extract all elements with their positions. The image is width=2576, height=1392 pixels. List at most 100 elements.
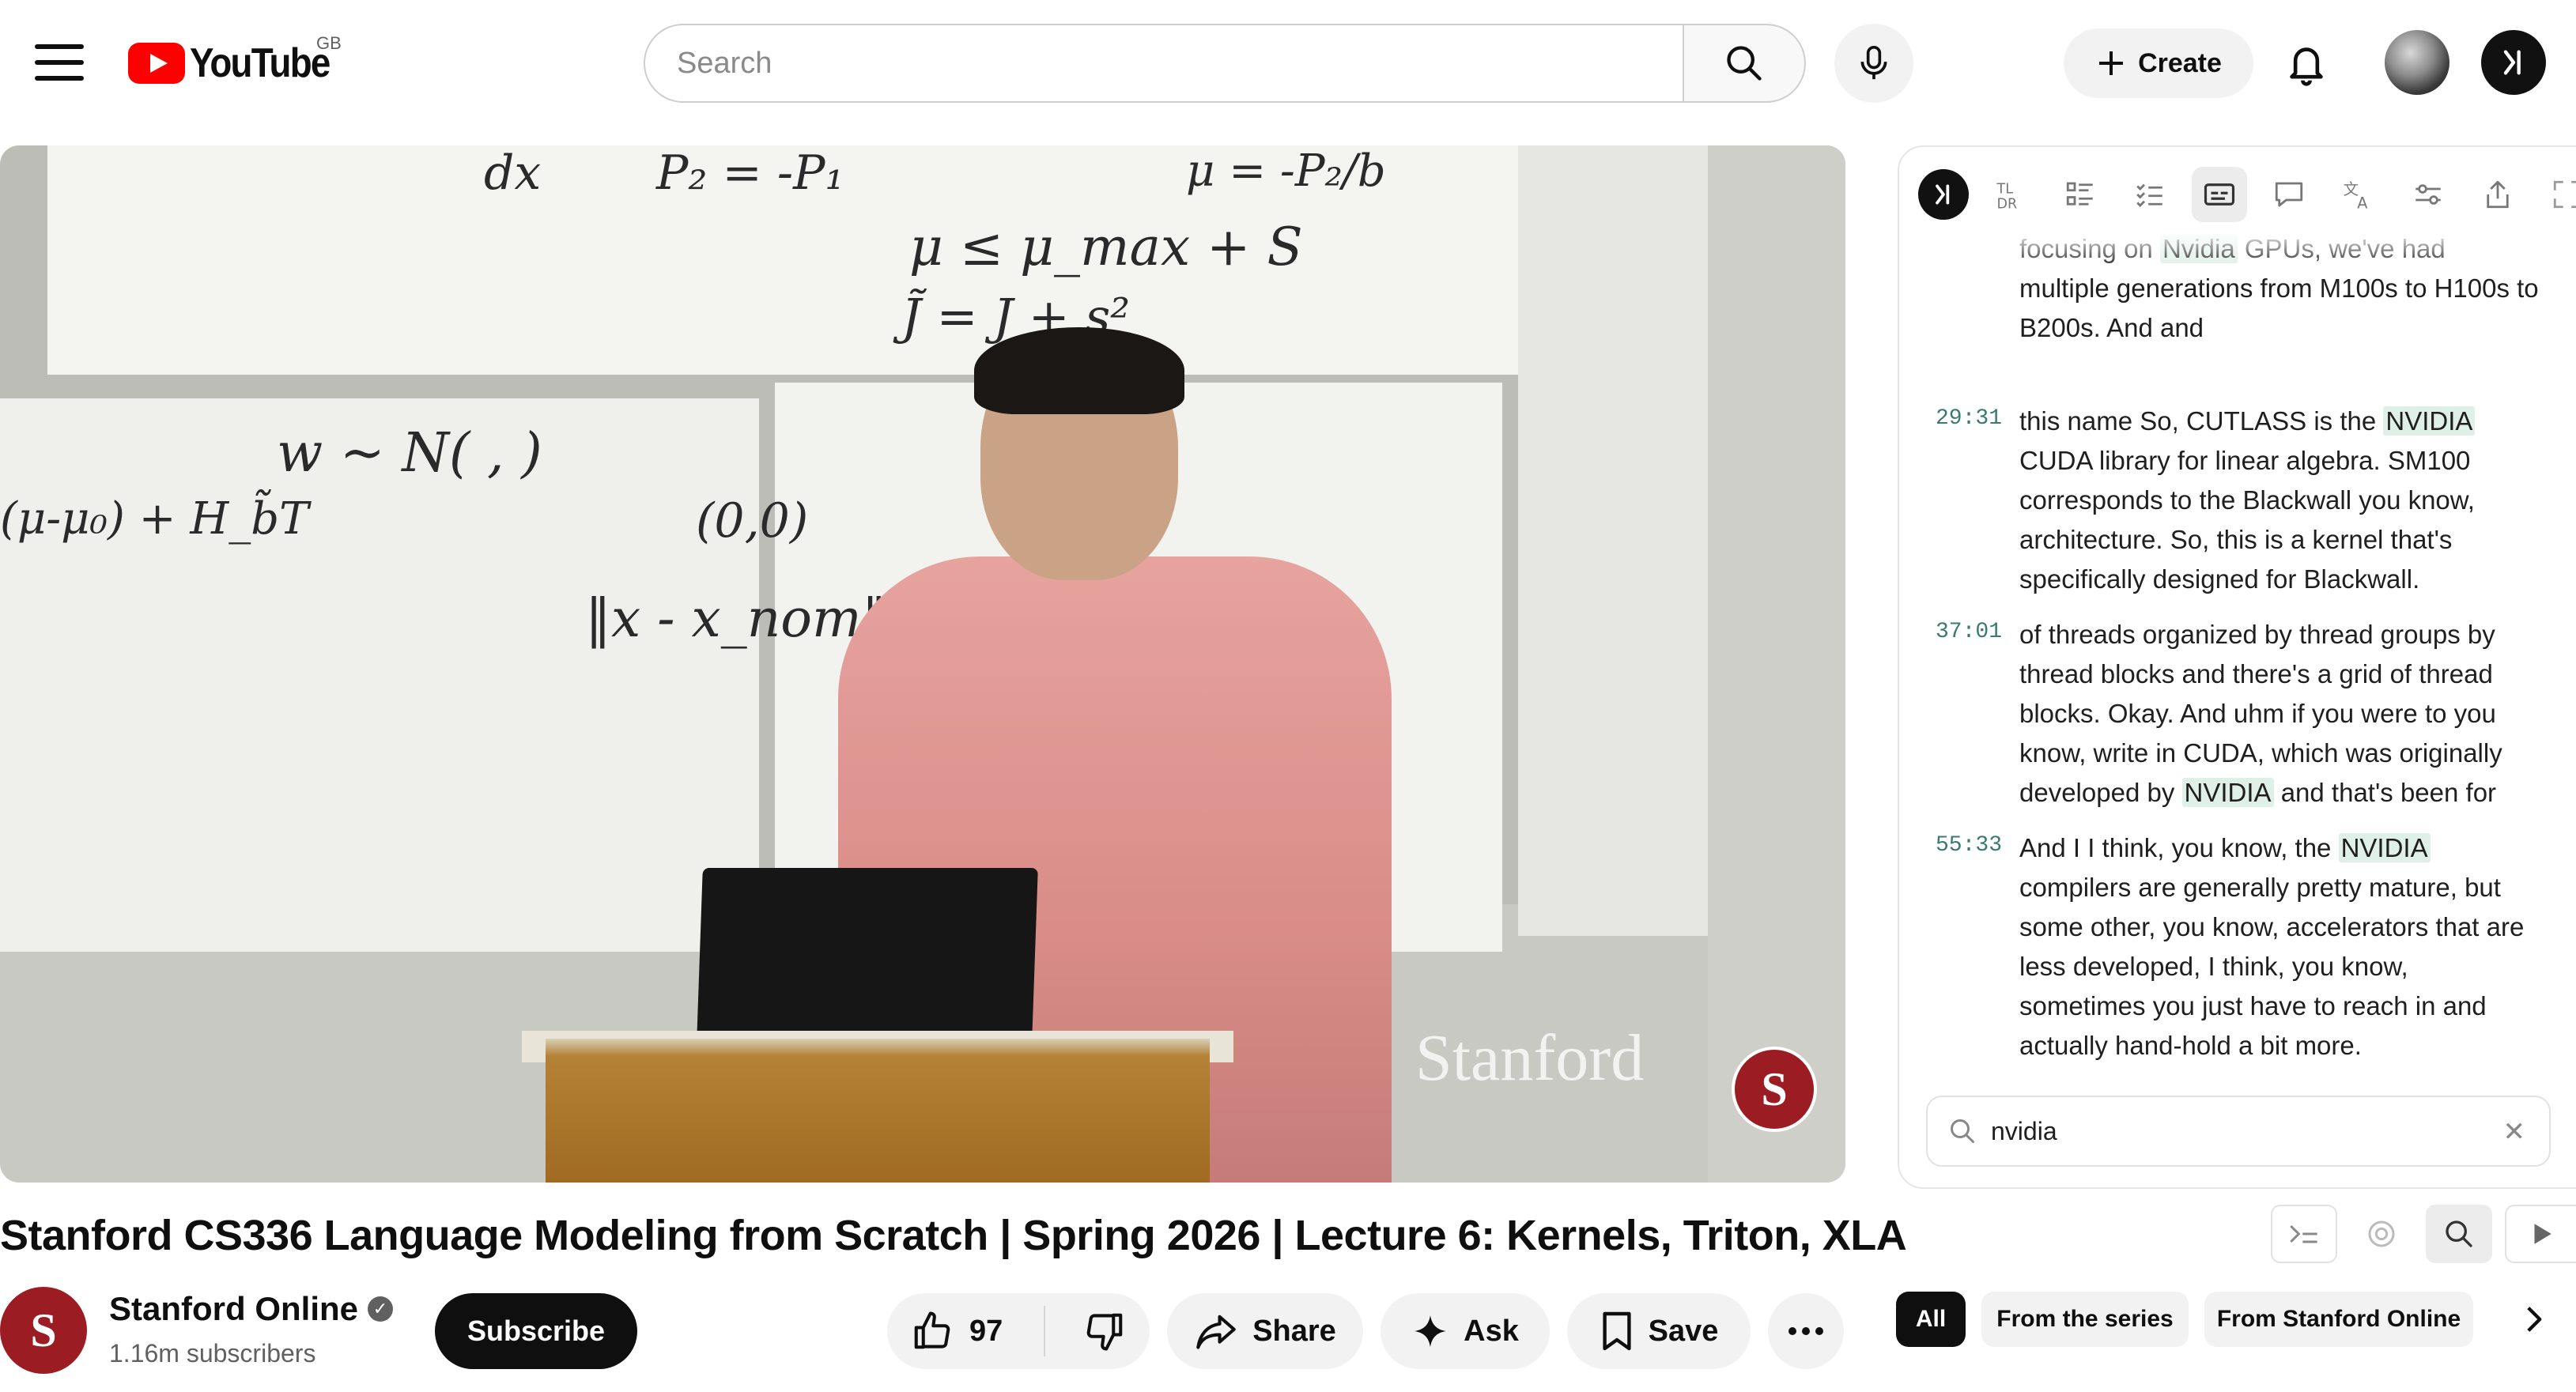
clear-search-icon[interactable]: ✕ [2503,1116,2526,1148]
save-label: Save [1648,1314,1719,1348]
chevron-right-icon [2527,1307,2542,1332]
translate-icon: 文A [2344,180,2369,211]
target-button[interactable] [2350,1205,2413,1263]
extension-logo-icon [2503,50,2521,75]
video-player[interactable]: dx P₂ = -P₁ μ = -P₂/b μ ≤ μ_max + S J̃ =… [0,145,1845,1183]
chalk-text: w ~ N( , ) [277,422,542,485]
transcript-panel: TL DR 文A focusing on Nvidia GPUs, we've h… [1898,145,2576,1189]
search-highlight: Nvidia [2159,234,2238,263]
tldr-icon: TLDR [1996,181,2018,212]
target-icon [2368,1220,2395,1247]
search-icon [2446,1220,2472,1247]
svg-text:TL: TL [1996,181,2014,197]
dislike-button[interactable] [1059,1293,1150,1369]
like-button[interactable]: 97 [887,1306,1045,1356]
voice-search-button[interactable] [1834,24,1913,103]
podium [546,1039,1210,1183]
chat-button[interactable] [2261,167,2317,222]
transcript-search-box: ✕ [1926,1096,2551,1167]
terminal-prompt-icon [2290,1224,2317,1243]
search-toggle-button[interactable] [2426,1205,2492,1263]
verified-icon: ✓ [368,1296,393,1322]
translate-button[interactable]: 文A [2331,167,2386,222]
list-detail-icon [2066,182,2093,206]
transcript-list[interactable]: focusing on Nvidia GPUs, we've had multi… [1899,229,2576,1061]
search-highlight: NVIDIA [2338,833,2431,862]
ask-button[interactable]: Ask [1381,1293,1550,1369]
outline-button[interactable] [2053,167,2108,222]
play-icon [2534,1224,2551,1244]
segment-text: this name So, CUTLASS is the NVIDIA CUDA… [2019,406,2476,594]
search-icon [1951,1119,1974,1143]
search-box [644,24,1684,103]
svg-text:文: 文 [2344,180,2359,198]
subscribe-button[interactable]: Subscribe [435,1293,637,1369]
extension-button[interactable] [2481,30,2546,95]
stanford-online-logo: S [1732,1047,1817,1132]
plus-icon [2099,51,2124,75]
chalk-text: dx [484,145,542,201]
segment-text: of threads organized by thread groups by… [2019,620,2502,807]
tldr-button[interactable]: TL DR [1983,167,2038,222]
checklist-button[interactable] [2122,167,2178,222]
channel-name-link[interactable]: Stanford Online ✓ [109,1290,393,1328]
search-highlight: NVIDIA [2383,406,2476,436]
extension-logo-button[interactable] [1918,169,1969,220]
chalk-text: (0,0) [696,493,809,549]
chat-bubble-icon [2275,182,2303,207]
chalk-text: P₂ = -P₁ [656,145,844,201]
subscriber-count: 1.16m subscribers [109,1339,316,1367]
thumbs-up-icon [914,1311,950,1349]
bell-icon [2290,47,2323,86]
user-avatar[interactable] [2385,30,2449,95]
bookmark-icon [1603,1311,1631,1351]
segment-text: And I I think, you know, the NVIDIA comp… [2019,833,2525,1060]
search-input[interactable] [677,46,1684,81]
share-button[interactable]: Share [1167,1293,1363,1369]
settings-sliders-button[interactable] [2400,167,2456,222]
captions-icon [2204,183,2235,206]
segment-timestamp[interactable]: 55:33 [1936,833,2002,858]
play-button[interactable] [2505,1205,2576,1263]
svg-text:DR: DR [1997,197,2018,212]
chip-from-stanford-online[interactable]: From Stanford Online [2204,1292,2473,1347]
expand-icon [2553,180,2576,209]
transcript-tab-button[interactable] [2192,167,2247,222]
create-label: Create [2138,47,2222,78]
chalk-text: μ = -P₂/b [1186,145,1386,197]
export-icon [2487,180,2509,209]
chip-all[interactable]: All [1896,1292,1966,1347]
more-actions-button[interactable] [1768,1293,1844,1369]
like-dislike-group: 97 [887,1293,1150,1369]
chips-next-button[interactable] [2506,1292,2562,1347]
export-button[interactable] [2470,167,2525,222]
chalk-text: (μ-μ₀) + H_b̃T [0,493,309,545]
masthead: YouTube GB Create [0,0,2576,126]
sparkle-icon [1415,1315,1447,1347]
youtube-logo[interactable]: YouTube [128,38,349,89]
share-icon [1196,1315,1236,1349]
segment-text: focusing on Nvidia GPUs, we've had multi… [2019,234,2539,342]
panel-toolbar: TL DR 文A [1918,164,2576,224]
more-horizontal-icon [1788,1327,1823,1335]
sliders-icon [2415,184,2441,205]
stanford-watermark: Stanford [1415,1021,1645,1095]
save-button[interactable]: Save [1567,1293,1751,1369]
jump-to-current-button[interactable] [2271,1205,2337,1263]
fullscreen-button[interactable] [2540,167,2576,222]
menu-icon[interactable] [35,44,84,81]
search-button[interactable] [1683,24,1806,103]
transcript-search-input[interactable] [1991,1116,2465,1146]
segment-timestamp[interactable]: 37:01 [1936,620,2002,644]
segment-timestamp[interactable]: 29:31 [1936,406,2002,431]
microphone-icon [1860,45,1887,80]
like-count: 97 [969,1314,1003,1348]
notifications-button[interactable] [2277,35,2336,93]
region-code: GB [316,33,342,53]
logo-text: YouTube [190,40,330,86]
video-title: Stanford CS336 Language Modeling from Sc… [0,1212,1907,1259]
chip-from-the-series[interactable]: From the series [1981,1292,2189,1347]
chalk-text: μ ≤ μ_max + S [909,217,1303,277]
channel-avatar[interactable]: S [0,1287,87,1374]
create-button[interactable]: Create [2064,28,2253,98]
